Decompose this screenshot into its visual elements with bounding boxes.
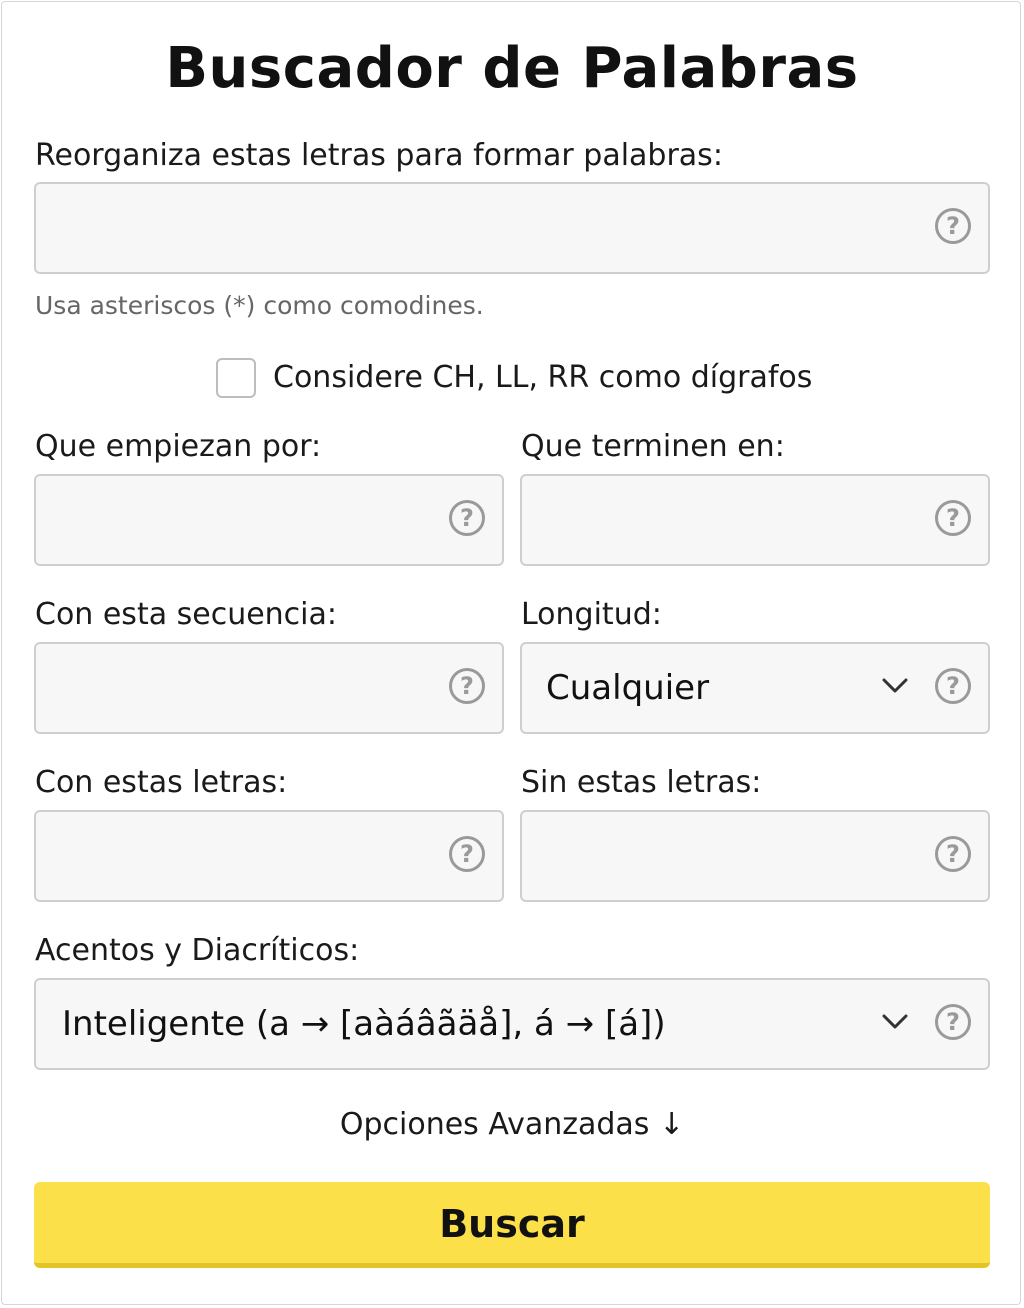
digraphs-label[interactable]: Considere CH, LL, RR como dígrafos	[273, 360, 812, 395]
accents-label: Acentos y Diacríticos:	[35, 933, 360, 968]
accents-select[interactable]: Inteligente (a → [aàáâãäå], á → [á]) ?	[34, 978, 990, 1070]
sequence-field[interactable]: ?	[34, 642, 504, 734]
with-letters-label: Con estas letras:	[35, 765, 288, 800]
length-selected-value[interactable]: Cualquier	[546, 644, 709, 732]
length-select[interactable]: Cualquier ?	[520, 642, 990, 734]
starts-with-field[interactable]: ?	[34, 474, 504, 566]
page-title: Buscador de Palabras	[165, 36, 859, 101]
without-letters-field[interactable]: ?	[520, 810, 990, 902]
advanced-options-toggle[interactable]: Opciones Avanzadas ↓	[0, 1107, 1024, 1142]
with-letters-field[interactable]: ?	[34, 810, 504, 902]
with-letters-input[interactable]	[36, 812, 502, 900]
rearrange-input[interactable]	[36, 184, 988, 272]
starts-with-label: Que empiezan por:	[35, 429, 322, 464]
length-label: Longitud:	[521, 597, 662, 632]
ends-with-label: Que terminen en:	[521, 429, 785, 464]
help-icon[interactable]: ?	[449, 500, 485, 536]
chevron-down-icon[interactable]	[882, 1014, 908, 1030]
sequence-label: Con esta secuencia:	[35, 597, 338, 632]
help-icon[interactable]: ?	[935, 668, 971, 704]
ends-with-field[interactable]: ?	[520, 474, 990, 566]
help-icon[interactable]: ?	[935, 836, 971, 872]
help-icon[interactable]: ?	[449, 836, 485, 872]
help-icon[interactable]: ?	[935, 1004, 971, 1040]
chevron-down-icon[interactable]	[882, 678, 908, 694]
starts-with-input[interactable]	[36, 476, 502, 564]
search-button[interactable]: Buscar	[34, 1182, 990, 1268]
help-icon[interactable]: ?	[935, 208, 971, 244]
help-icon[interactable]: ?	[935, 500, 971, 536]
rearrange-field[interactable]: ?	[34, 182, 990, 274]
wildcard-hint: Usa asteriscos (*) como comodines.	[35, 291, 484, 320]
rearrange-label: Reorganiza estas letras para formar pala…	[35, 138, 723, 173]
digraphs-checkbox[interactable]	[216, 358, 256, 398]
accents-selected-value[interactable]: Inteligente (a → [aàáâãäå], á → [á])	[62, 980, 666, 1068]
sequence-input[interactable]	[36, 644, 502, 732]
without-letters-input[interactable]	[522, 812, 988, 900]
without-letters-label: Sin estas letras:	[521, 765, 762, 800]
ends-with-input[interactable]	[522, 476, 988, 564]
digraphs-option: Considere CH, LL, RR como dígrafos	[0, 358, 1024, 400]
help-icon[interactable]: ?	[449, 668, 485, 704]
